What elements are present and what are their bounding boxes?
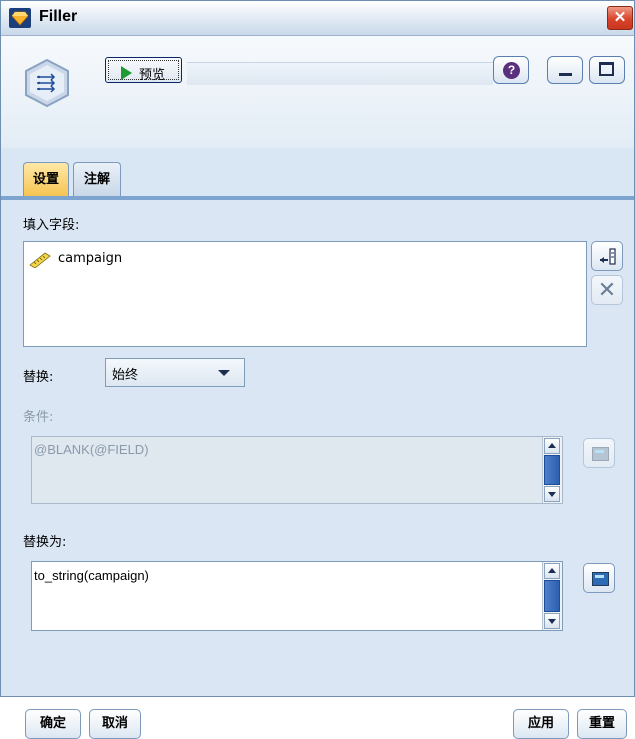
title-bar[interactable]: Filler ✕ (1, 1, 634, 36)
scroll-up-icon[interactable] (544, 563, 560, 579)
condition-scrollbar[interactable] (542, 437, 562, 503)
replace-with-label: 替换为: (23, 535, 67, 550)
scroll-down-icon[interactable] (544, 486, 560, 502)
scroll-thumb[interactable] (544, 455, 560, 485)
close-icon: ✕ (613, 9, 627, 26)
calculator-icon (592, 572, 609, 586)
expression-builder-button[interactable] (583, 563, 615, 593)
cancel-button[interactable]: 取消 (89, 709, 141, 739)
filler-dialog: Filler ✕ 预览 ? 设置 注解 填入字段: campaign ✕ 替换:… (0, 0, 635, 739)
window-title: Filler (39, 8, 78, 25)
replace-mode-value: 始终 (112, 368, 139, 383)
settings-panel: 填入字段: campaign ✕ 替换: 始终 条件: @BLANK(@FIEL… (1, 200, 634, 739)
close-button[interactable]: ✕ (607, 6, 633, 30)
toolbar: 预览 ? (1, 36, 634, 148)
minimize-icon (559, 73, 572, 76)
toolbar-strip (187, 62, 493, 85)
ok-button[interactable]: 确定 (25, 709, 81, 739)
replace-with-field[interactable]: to_string(campaign) (31, 561, 563, 631)
filler-node-icon (9, 8, 31, 28)
field-name: campaign (58, 251, 123, 266)
tab-strip: 设置 注解 (1, 148, 634, 200)
replace-label: 替换: (23, 370, 54, 385)
replace-with-scrollbar[interactable] (542, 562, 562, 630)
replace-mode-select[interactable]: 始终 (105, 358, 245, 387)
condition-expression-builder-button (583, 438, 615, 468)
field-picker-icon (600, 248, 616, 265)
tab-annotations[interactable]: 注解 (73, 162, 121, 196)
calculator-icon (592, 447, 609, 461)
play-icon (121, 66, 132, 80)
delete-icon: ✕ (597, 277, 617, 302)
maximize-button[interactable] (589, 56, 625, 84)
reset-button[interactable]: 重置 (577, 709, 627, 739)
pick-fields-button[interactable] (591, 241, 623, 271)
apply-button[interactable]: 应用 (513, 709, 569, 739)
scroll-down-icon[interactable] (544, 613, 560, 629)
condition-value: @BLANK(@FIELD) (34, 442, 149, 457)
scroll-thumb[interactable] (544, 580, 560, 612)
maximize-icon (599, 62, 614, 76)
replace-with-value: to_string(campaign) (34, 568, 149, 583)
condition-field: @BLANK(@FIELD) (31, 436, 563, 504)
preview-label: 预览 (139, 68, 166, 83)
preview-button[interactable]: 预览 (105, 57, 182, 83)
condition-label: 条件: (23, 410, 54, 425)
tab-settings[interactable]: 设置 (23, 162, 69, 196)
ruler-icon (29, 252, 51, 268)
scroll-up-icon[interactable] (544, 438, 560, 454)
fill-fields-label: 填入字段: (23, 218, 80, 233)
filler-node-hex-icon (25, 58, 69, 108)
help-button[interactable]: ? (493, 56, 529, 84)
minimize-button[interactable] (547, 56, 583, 84)
help-icon: ? (503, 62, 520, 79)
fill-fields-list[interactable]: campaign (23, 241, 587, 347)
delete-field-button[interactable]: ✕ (591, 275, 623, 305)
chevron-down-icon (218, 370, 230, 376)
